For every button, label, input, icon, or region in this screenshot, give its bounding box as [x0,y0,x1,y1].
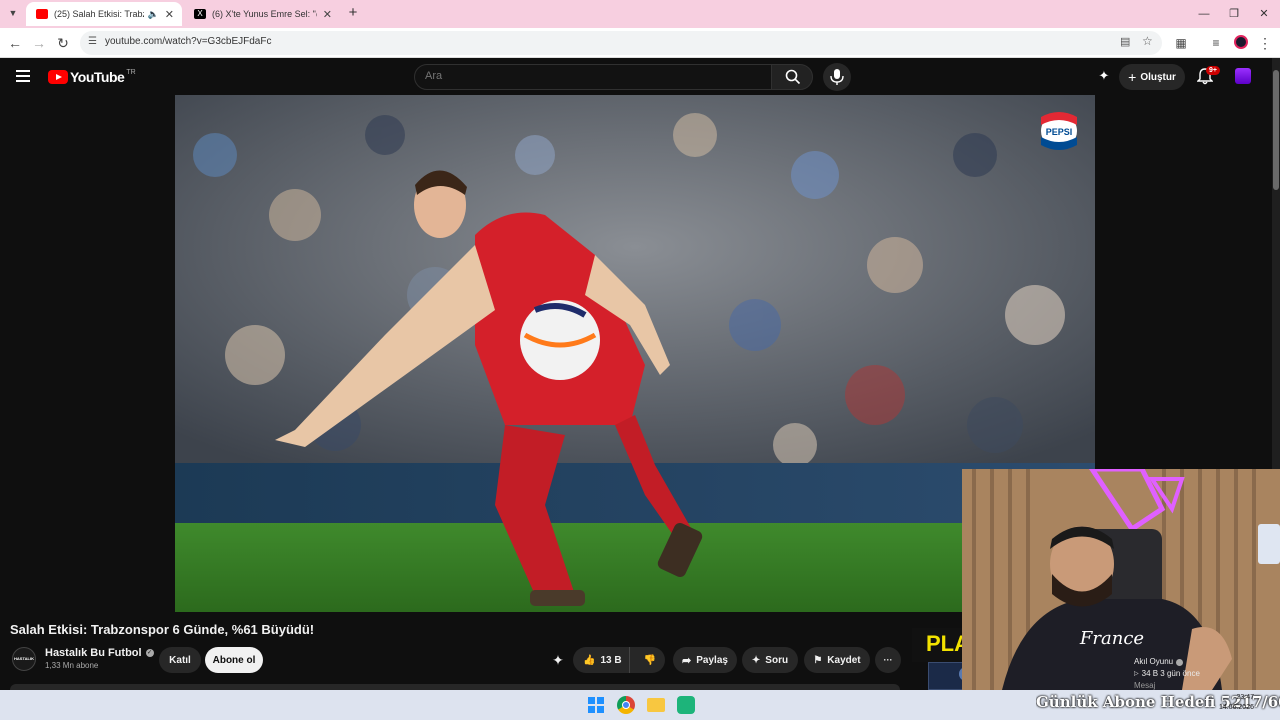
tab-strip: ▼ (25) Salah Etkisi: Trabzonsp 🔈 ✕ X (6)… [0,0,1280,28]
youtube-favicon-icon [36,9,48,19]
share-button[interactable]: ➦ Paylaş [673,647,737,673]
search-input[interactable] [425,70,755,82]
channel-name[interactable]: Hastalık Bu Futbol [45,647,142,659]
windows-taskbar: Günlük Abone Hedefi 5217/6000 23:47 14.0… [0,690,1280,720]
streamer-webcam: France Akıl Oyunu ▷ 34 B 3 gün önce Mesa… [962,469,1280,690]
voice-search-button[interactable] [823,63,851,91]
thumbs-down-icon: 👎 [643,654,657,666]
recommended-sub-text: Mesaj [1134,681,1156,690]
views-play-icon: ▷ [1134,671,1139,677]
share-label: Paylaş [696,654,728,666]
youtube-play-icon [48,70,68,84]
windows-start-icon[interactable] [588,697,604,713]
side-panel-preview[interactable]: PLA [912,628,964,662]
media-control-icon[interactable]: ≡ [1205,32,1227,54]
tab-x[interactable]: X (6) X'te Yunus Emre Sel: "@Siya ✕ [184,2,340,26]
back-icon[interactable]: ← [4,32,26,54]
youtube-logo[interactable]: YouTube TR [48,69,136,85]
search-icon [785,69,801,85]
clock-date: 14.06.2026 [1218,704,1254,711]
forward-icon[interactable]: → [28,32,50,54]
site-info-icon[interactable]: ☰ [88,36,97,47]
account-avatar[interactable] [1235,68,1251,84]
sparkle-icon: ✦ [751,654,761,666]
subscribe-button[interactable]: Abone ol [205,647,263,673]
save-button[interactable]: ⚑ Kaydet [804,647,870,673]
taskbar-clock[interactable]: 23:47 14.06.2026 [1210,693,1254,713]
clock-time: 23:47 [1236,694,1254,701]
chrome-taskbar-icon[interactable] [617,696,635,714]
youtube-header: YouTube TR ✦ + Oluştur 9+ [0,58,1272,95]
premium-icon[interactable]: ✦ [549,651,567,669]
tab-title: (25) Salah Etkisi: Trabzonsp [54,9,144,19]
recommended-meta[interactable]: Akıl Oyunu ▷ 34 B 3 gün önce Mesaj [1134,656,1200,690]
channel-info: Hastalık Bu Futbol ✓ 1,33 Mn abone [45,647,154,670]
url-text: youtube.com/watch?v=G3cbEJFdaFc [105,36,272,47]
extensions-icon[interactable]: ▦ [1170,32,1192,54]
browser-toolbar: ← → ↻ ☰ youtube.com/watch?v=G3cbEJFdaFc … [0,28,1280,58]
speaker-icon[interactable]: 🔈 [148,9,159,20]
video-title: Salah Etkisi: Trabzonspor 6 Günde, %61 B… [10,622,315,637]
close-tab-icon[interactable]: ✕ [323,8,332,21]
like-count: 13 B [600,654,622,666]
tab-title: (6) X'te Yunus Emre Sel: "@Siya [212,9,317,19]
dislike-button[interactable]: 👎 [635,655,665,666]
scrollbar-thumb[interactable] [1273,70,1279,190]
x-favicon-icon: X [194,9,206,19]
ask-label: Soru [765,654,789,666]
notification-badge: 9+ [1206,66,1220,75]
pepsi-text: PEPSI [1046,127,1073,137]
profile-avatar[interactable] [1234,35,1248,49]
jersey-text-icon: France [1079,628,1144,649]
recommended-meta-text: 34 B 3 gün önce [1141,669,1200,678]
join-button[interactable]: Katıl [159,647,201,673]
install-icon[interactable]: ▤ [1120,35,1130,48]
search-button[interactable] [771,64,813,90]
share-arrow-icon: ➦ [682,654,692,667]
recommended-channel: Akıl Oyunu [1134,657,1174,666]
thumbs-up-icon: 👍 [583,654,596,666]
bookmark-star-icon[interactable]: ☆ [1142,34,1153,48]
new-tab-button[interactable]: + [344,4,362,22]
restore-button[interactable]: ❐ [1220,4,1248,24]
region-code: TR [126,68,136,76]
video-player[interactable]: PEPSI [175,95,1095,612]
hamburger-menu-icon[interactable] [16,70,30,82]
bookmark-icon: ⚑ [813,654,823,666]
youtube-wordmark: YouTube [70,69,125,85]
ask-button[interactable]: ✦ Soru [742,647,798,673]
side-panel-partial-text: PLA [926,631,964,656]
file-explorer-icon[interactable] [647,698,665,712]
subscriber-count: 1,33 Mn abone [45,661,99,670]
save-label: Kaydet [827,654,861,666]
more-actions-button[interactable]: ··· [875,647,901,673]
tab-youtube[interactable]: (25) Salah Etkisi: Trabzonsp 🔈 ✕ [26,2,182,26]
verified-check-icon: ✓ [145,649,154,657]
minimize-button[interactable]: — [1190,4,1218,24]
search-box[interactable] [414,64,772,90]
like-dislike-group: 👍 13 B 👎 [573,647,665,673]
like-button[interactable]: 👍 13 B [573,647,630,673]
video-frame: PEPSI [175,95,1095,612]
webcam-frame: France [962,469,1280,690]
channel-avatar-text: HASTALIK [14,656,34,661]
microphone-icon [830,69,844,85]
reload-icon[interactable]: ↻ [52,32,74,54]
premium-shortcut-icon[interactable]: ✦ [1096,68,1112,84]
app-taskbar-icon[interactable] [677,696,695,714]
close-window-button[interactable]: ✕ [1250,4,1278,24]
verified-check-icon [1176,658,1184,666]
chrome-menu-icon[interactable]: ⋮ [1254,32,1276,54]
channel-avatar[interactable]: HASTALIK [12,647,36,671]
create-label: Oluştur [1140,71,1176,83]
address-bar[interactable]: ☰ youtube.com/watch?v=G3cbEJFdaFc ▤ ☆ [80,31,1162,55]
plus-icon: + [1128,69,1137,85]
close-tab-icon[interactable]: ✕ [165,8,174,21]
pepsi-logo-icon: PEPSI [1041,112,1077,150]
create-button[interactable]: + Oluştur [1119,64,1185,90]
tab-search-icon[interactable]: ▼ [6,6,20,20]
